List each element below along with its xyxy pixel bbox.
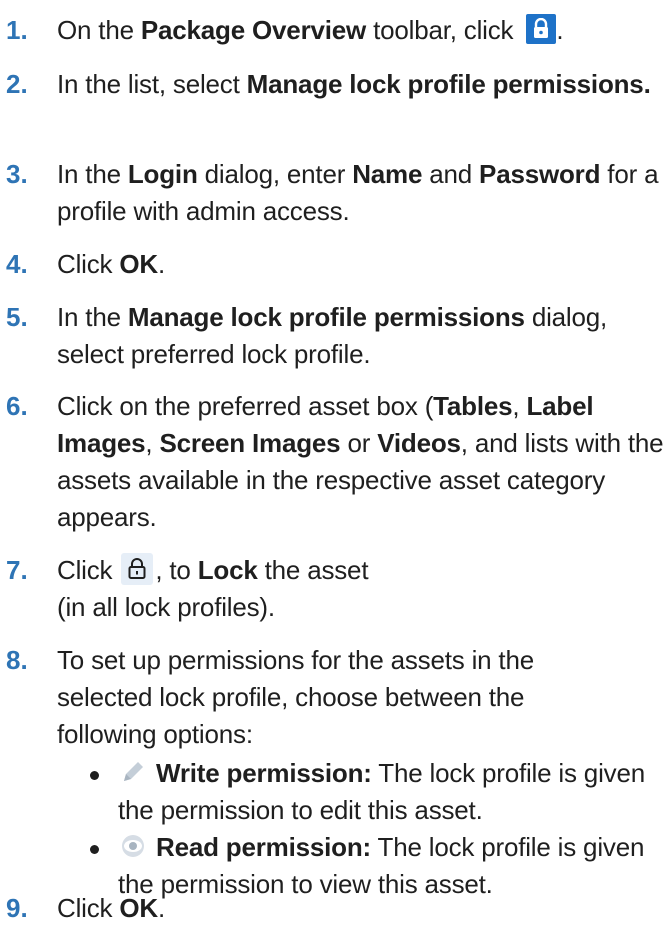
text: the asset — [257, 555, 369, 585]
text: , to — [155, 555, 198, 585]
ui-name-ok: OK — [119, 893, 158, 923]
ui-name-read-permission: Read permission: — [156, 832, 371, 862]
step-text: Click OK. — [57, 246, 669, 283]
step-text: Click , to Lock the asset (in all lock pr… — [57, 552, 669, 626]
bullet-dot — [90, 845, 99, 854]
text: To set up permissions for the assets in … — [57, 645, 534, 749]
step-text: In the Manage lock profile permissions d… — [57, 299, 669, 373]
step-text: To set up permissions for the assets in … — [57, 642, 602, 753]
step-number: 6. — [6, 391, 28, 421]
step-text: Click OK. — [57, 890, 669, 927]
text: and — [422, 159, 480, 189]
step-number: 4. — [6, 249, 28, 279]
step-text: Click on the preferred asset box (Tables… — [57, 388, 669, 536]
bullet-dot — [90, 771, 99, 780]
ui-name-login: Login — [127, 159, 198, 189]
text: . — [157, 249, 165, 279]
pencil-icon — [118, 757, 148, 787]
ui-name-write-permission: Write permission: — [156, 758, 372, 788]
step-text: On the Package Overview toolbar, click . — [57, 12, 669, 49]
bullet-text: Write permission: The lock profile is gi… — [118, 755, 672, 829]
text: In the — [57, 302, 128, 332]
step-text: In the list, select Manage lock profile … — [57, 66, 669, 103]
step-number: 7. — [6, 555, 28, 585]
text: , — [512, 391, 527, 421]
ui-name-password: Password — [479, 159, 601, 189]
text: . — [556, 15, 564, 45]
ui-name-package-overview: Package Overview — [140, 15, 367, 45]
lock-icon — [526, 14, 557, 44]
ui-name-ok: OK — [119, 249, 158, 279]
step-number: 5. — [6, 302, 28, 332]
ui-name-manage-lock-profile-permissions: Manage lock profile permissions — [127, 302, 525, 332]
text: Click on the preferred asset box ( — [57, 391, 434, 421]
text: or — [340, 428, 378, 458]
text: (in all lock profiles). — [57, 592, 275, 622]
ui-name-name: Name — [352, 159, 423, 189]
ui-name-tables: Tables — [433, 391, 513, 421]
ui-name-videos: Videos — [377, 428, 461, 458]
step-number: 8. — [6, 645, 28, 675]
text: Click — [57, 555, 120, 585]
ui-name-screen-images: Screen Images — [159, 428, 341, 458]
text: Click — [57, 249, 120, 279]
text: toolbar, click — [366, 15, 521, 45]
text: On the — [57, 15, 141, 45]
text: , — [145, 428, 160, 458]
step-number: 9. — [6, 893, 28, 923]
text: Click — [57, 893, 120, 923]
ui-name-manage-lock-profile-permissions: Manage lock profile permissions. — [246, 69, 651, 99]
step-text: In the Login dialog, enter Name and Pass… — [57, 156, 669, 230]
text: In the — [57, 159, 128, 189]
eye-icon — [118, 831, 148, 861]
ui-name-lock: Lock — [197, 555, 258, 585]
step-number: 3. — [6, 159, 28, 189]
step-number: 2. — [6, 69, 28, 99]
lock-outline-icon — [121, 553, 154, 585]
text: In the list, select — [57, 69, 247, 99]
text: . — [157, 893, 165, 923]
step-number: 1. — [6, 15, 28, 45]
text: dialog, enter — [197, 159, 353, 189]
